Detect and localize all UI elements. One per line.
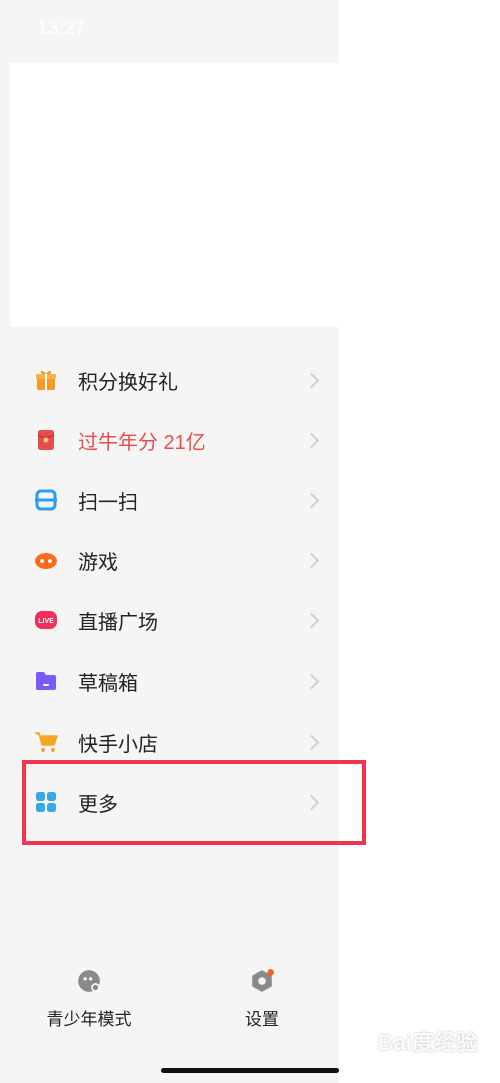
red-envelope-icon (34, 428, 58, 452)
settings-button[interactable]: 设置 (232, 968, 292, 1030)
youth-mode-button[interactable]: 青少年模式 (44, 968, 134, 1030)
menu-item-new-year-bonus[interactable]: 过牛年分 21亿 (0, 410, 339, 470)
menu-label: 扫一扫 (78, 491, 138, 514)
menu-item-drafts[interactable]: 草稿箱 (0, 651, 339, 711)
chevron-right-icon (303, 492, 320, 508)
menu-label: 直播广场 (78, 611, 158, 634)
chevron-right-icon (303, 734, 320, 750)
folder-icon (34, 669, 58, 693)
menu-label: 草稿箱 (78, 672, 138, 695)
highlight-annotation (22, 760, 366, 845)
home-indicator (161, 1068, 339, 1073)
menu-item-points-gift[interactable]: 积分换好礼 (0, 350, 339, 410)
youth-mode-label: 青少年模式 (46, 1010, 132, 1029)
youth-mode-icon (44, 968, 134, 999)
menu-item-games[interactable]: 游戏 (0, 530, 339, 590)
menu-label: 游戏 (78, 551, 118, 574)
chevron-right-icon (303, 372, 320, 388)
menu-item-scan[interactable]: 扫一扫 (0, 470, 339, 530)
svg-text:LIVE: LIVE (38, 618, 54, 625)
chevron-right-icon (303, 673, 320, 689)
chevron-right-icon (303, 612, 320, 628)
game-controller-icon (34, 548, 58, 572)
gear-icon (232, 968, 292, 999)
side-drawer: 13:27 积分换好礼 过牛年分 21亿 扫一扫 游戏 LIVE 直播广场 草稿… (0, 0, 339, 1083)
menu-label: 过牛年分 21亿 (78, 431, 206, 454)
status-time: 13:27 (38, 18, 86, 38)
gift-icon (34, 368, 58, 392)
scan-icon (34, 488, 58, 512)
chevron-right-icon (303, 432, 320, 448)
watermark: Bai度经验 (377, 1030, 478, 1055)
menu-label: 积分换好礼 (78, 371, 178, 394)
shopping-cart-icon (34, 730, 58, 754)
profile-card[interactable] (10, 63, 339, 327)
settings-label: 设置 (245, 1010, 279, 1029)
chevron-right-icon (303, 552, 320, 568)
menu-label: 快手小店 (78, 733, 158, 756)
live-icon: LIVE (34, 608, 58, 632)
menu-item-live-square[interactable]: LIVE 直播广场 (0, 590, 339, 650)
